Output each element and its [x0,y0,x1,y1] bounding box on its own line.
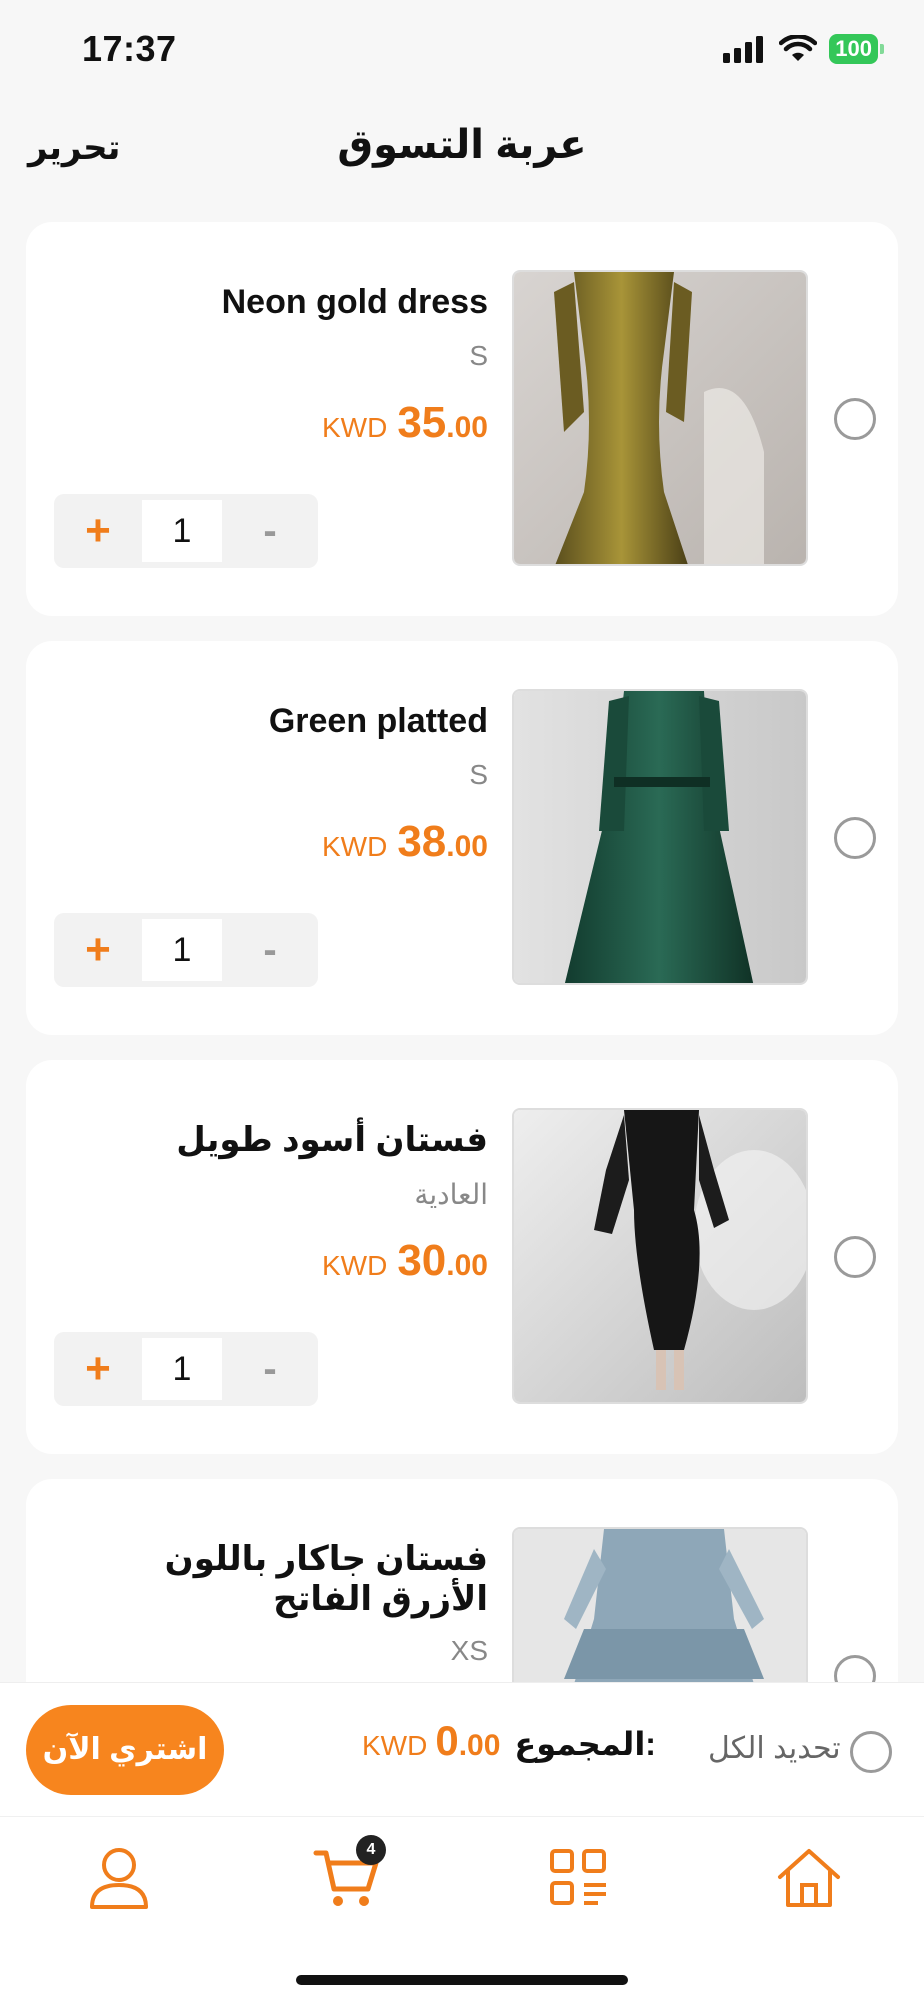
total-value: KWD 0.00 [362,1717,500,1764]
status-bar: 17:37 100 [0,0,924,100]
decrease-quantity-button[interactable]: - [222,509,318,554]
product-title[interactable]: فستان جاكار باللون الأزرق الفاتح [58,1539,488,1619]
wifi-icon [779,35,818,61]
home-indicator [296,1975,628,1985]
select-all-radio[interactable] [850,1731,892,1773]
nav-header: تحرير عربة التسوق [0,110,924,190]
total-label: المجموع: [514,1726,656,1762]
cart-count-badge: 4 [356,1835,386,1865]
quantity-stepper: + 1 - [54,913,318,987]
product-price: KWD 35.00 [322,398,488,448]
total-currency: KWD [362,1730,428,1761]
tab-bar: 4 [0,1816,924,2000]
tab-home[interactable] [774,1843,844,1913]
increase-quantity-button[interactable]: + [54,925,142,975]
item-select-radio[interactable] [834,398,876,440]
price-currency: KWD [322,412,388,443]
product-variant: XS [450,1635,488,1666]
profile-icon [90,1848,148,1909]
product-image[interactable] [512,270,808,566]
cart-item-card: Neon gold dress S KWD 35.00 + 1 - [26,222,898,616]
increase-quantity-button[interactable]: + [54,1344,142,1394]
price-decimal: .00 [446,411,488,444]
quantity-stepper: + 1 - [54,494,318,568]
page-title: عربة التسوق [337,123,587,167]
cart-item-card: Green platted S KWD 38.00 + 1 - [26,641,898,1035]
buy-now-button[interactable]: اشتري الآن [26,1705,224,1795]
increase-quantity-button[interactable]: + [54,506,142,556]
product-variant: S [469,759,488,790]
item-select-radio[interactable] [834,817,876,859]
categories-icon [550,1849,606,1905]
product-image[interactable] [512,1108,808,1404]
tab-cart[interactable]: 4 [312,1835,386,1913]
product-title[interactable]: Green platted [58,701,488,741]
select-all-label[interactable]: تحديد الكل [708,1731,841,1766]
price-currency: KWD [322,831,388,862]
product-title[interactable]: Neon gold dress [58,282,488,322]
decrease-quantity-button[interactable]: - [222,928,318,973]
quantity-value[interactable]: 1 [142,919,222,981]
decrease-quantity-button[interactable]: - [222,1347,318,1392]
item-select-radio[interactable] [834,1236,876,1278]
home-icon [778,1849,840,1907]
status-icons: 100 [723,34,884,64]
product-variant: العادية [414,1179,488,1210]
cart-item-card: فستان أسود طويل العادية KWD 30.00 + 1 - [26,1060,898,1454]
product-variant: S [469,340,488,371]
product-price: KWD 30.00 [322,1236,488,1286]
status-time: 17:37 [82,28,177,69]
price-integer: 35 [397,398,447,447]
price-decimal: .00 [446,830,488,863]
battery-indicator: 100 [829,34,884,64]
product-price: KWD 38.00 [322,817,488,867]
tab-categories[interactable] [544,1843,614,1913]
tab-profile[interactable] [84,1843,154,1913]
quantity-stepper: + 1 - [54,1332,318,1406]
price-decimal: .00 [446,1249,488,1282]
quantity-value[interactable]: 1 [142,1338,222,1400]
price-integer: 38 [397,817,447,866]
total-integer: 0 [435,1717,459,1764]
total-decimal: .00 [458,1729,501,1762]
quantity-value[interactable]: 1 [142,500,222,562]
checkout-bar: اشتري الآن KWD 0.00 المجموع: تحديد الكل [0,1682,924,1816]
product-title[interactable]: فستان أسود طويل [58,1120,488,1160]
cart-total: KWD 0.00 المجموع: [362,1717,656,1765]
signal-icon [723,36,764,63]
product-image[interactable] [512,689,808,985]
price-integer: 30 [397,1236,447,1285]
price-currency: KWD [322,1250,388,1281]
